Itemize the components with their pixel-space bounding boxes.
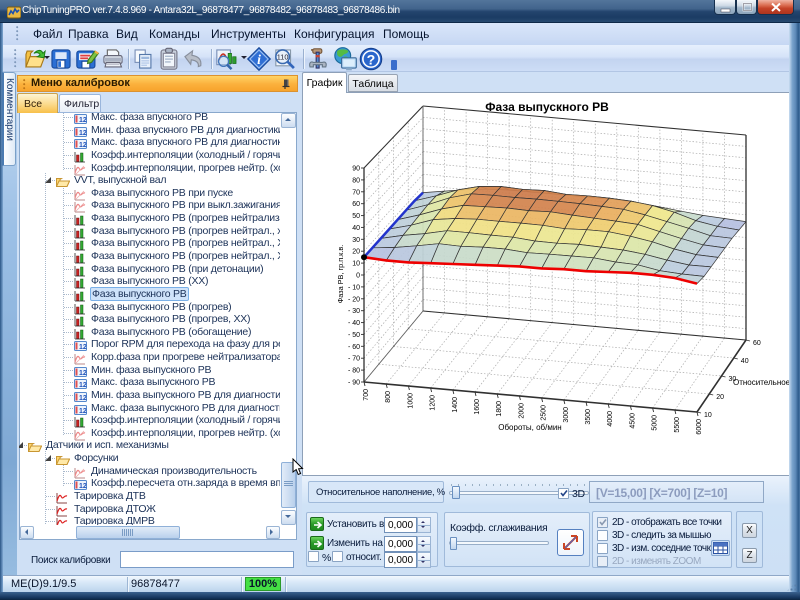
svg-text:6000: 6000 [696, 419, 703, 435]
svg-text:12: 12 [79, 344, 87, 351]
svg-text:- 70: - 70 [348, 356, 360, 363]
svg-text:5000: 5000 [652, 415, 659, 431]
svg-text:3000: 3000 [563, 407, 570, 423]
svg-text:60: 60 [352, 201, 360, 208]
svg-text:?: ? [367, 51, 376, 67]
svg-text:1000: 1000 [407, 393, 414, 409]
svg-text:i: i [257, 52, 261, 67]
svg-text:1600: 1600 [474, 399, 481, 415]
svg-text:40: 40 [741, 358, 749, 365]
svg-text:12: 12 [79, 382, 87, 389]
svg-text:50: 50 [352, 213, 360, 220]
svg-text:Фаза выпускного РВ: Фаза выпускного РВ [485, 100, 609, 114]
svg-text:12: 12 [79, 370, 87, 377]
svg-text:Фаза РВ, гр.п.к.в.: Фаза РВ, гр.п.к.в. [336, 245, 345, 304]
svg-text:10: 10 [704, 412, 712, 419]
svg-text:- 40: - 40 [348, 320, 360, 327]
svg-text:20: 20 [352, 249, 360, 256]
svg-text:2500: 2500 [541, 405, 548, 421]
svg-text:70: 70 [352, 189, 360, 196]
svg-text:1200: 1200 [430, 395, 437, 411]
svg-text:- 80: - 80 [348, 368, 360, 375]
svg-text:12: 12 [79, 408, 87, 415]
svg-text:3500: 3500 [585, 409, 592, 425]
svg-text:- 30: - 30 [348, 308, 360, 315]
svg-text:12: 12 [79, 130, 87, 137]
svg-text:40: 40 [352, 225, 360, 232]
svg-text:- 90: - 90 [348, 380, 360, 387]
svg-text:- 20: - 20 [348, 296, 360, 303]
svg-text:60: 60 [753, 340, 761, 347]
svg-text:4500: 4500 [629, 413, 636, 429]
svg-text:Обороты, об/мин: Обороты, об/мин [498, 423, 561, 432]
svg-text:700: 700 [363, 389, 370, 401]
svg-text:1800: 1800 [496, 401, 503, 417]
svg-text:10: 10 [352, 261, 360, 268]
svg-text:Относительное н: Относительное н [733, 378, 790, 387]
svg-text:0: 0 [356, 273, 360, 280]
svg-text:1400: 1400 [452, 397, 459, 413]
svg-text:30: 30 [352, 237, 360, 244]
svg-text:12: 12 [79, 142, 87, 149]
svg-text:2000: 2000 [518, 403, 525, 419]
svg-text:20: 20 [716, 394, 724, 401]
svg-text:90: 90 [352, 166, 360, 173]
svg-text:110: 110 [277, 53, 289, 62]
svg-text:- 60: - 60 [348, 344, 360, 351]
svg-text:5500: 5500 [674, 417, 681, 433]
svg-text:- 50: - 50 [348, 332, 360, 339]
svg-text:- 10: - 10 [348, 284, 360, 291]
svg-text:800: 800 [385, 391, 392, 403]
svg-text:4000: 4000 [607, 411, 614, 427]
svg-text:12: 12 [79, 395, 87, 402]
svg-text:80: 80 [352, 177, 360, 184]
svg-text:12: 12 [79, 117, 87, 124]
